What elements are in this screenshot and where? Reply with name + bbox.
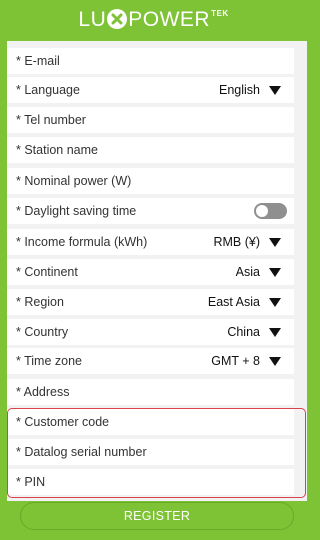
customer-code-field[interactable]: * Customer code [7, 409, 294, 435]
continent-label: * Continent [16, 265, 78, 279]
dropdown-arrow-icon [269, 85, 281, 95]
logo-text-tek: TEK [211, 8, 229, 18]
address-label: * Address [16, 385, 70, 399]
daylight-saving-row: * Daylight saving time [7, 198, 294, 224]
datalog-serial-label: * Datalog serial number [16, 445, 147, 459]
pin-field[interactable]: * PIN [7, 469, 294, 495]
logo-text-power: POWER [128, 7, 211, 31]
continent-value: Asia [235, 265, 260, 279]
country-select[interactable]: * Country China [7, 319, 294, 345]
country-value: China [227, 325, 260, 339]
nominal-power-field[interactable]: * Nominal power (W) [7, 168, 294, 194]
luxpower-logo: LU POWER TEK [78, 9, 228, 30]
email-label: * E-mail [16, 54, 60, 68]
income-formula-select[interactable]: * Income formula (kWh) RMB (¥) [7, 229, 294, 255]
pin-label: * PIN [16, 475, 46, 489]
customer-code-label: * Customer code [16, 415, 110, 429]
language-select[interactable]: * Language English [7, 77, 294, 103]
station-name-field[interactable]: * Station name [7, 137, 294, 163]
register-button[interactable]: REGISTER [20, 502, 294, 530]
datalog-serial-field[interactable]: * Datalog serial number [7, 439, 294, 465]
time-zone-value: GMT + 8 [211, 354, 260, 368]
dropdown-arrow-icon [269, 267, 281, 277]
continent-select[interactable]: * Continent Asia [7, 259, 294, 285]
daylight-saving-label: * Daylight saving time [16, 204, 137, 218]
region-value-group: East Asia [208, 295, 281, 309]
toggle-knob [256, 205, 268, 217]
country-label: * Country [16, 325, 69, 339]
address-field[interactable]: * Address [7, 379, 294, 405]
nominal-power-label: * Nominal power (W) [16, 174, 132, 188]
income-formula-value: RMB (¥) [213, 235, 260, 249]
region-select[interactable]: * Region East Asia [7, 289, 294, 315]
region-value: East Asia [207, 295, 260, 309]
app-header: LU POWER TEK [0, 0, 307, 38]
time-zone-label: * Time zone [16, 354, 83, 368]
continent-value-group: Asia [236, 265, 281, 279]
time-zone-value-group: GMT + 8 [211, 354, 281, 368]
tel-number-label: * Tel number [16, 113, 86, 127]
language-value-group: English [219, 83, 281, 97]
dropdown-arrow-icon [269, 327, 281, 337]
logo-x-icon [107, 9, 128, 29]
station-name-label: * Station name [16, 143, 98, 157]
language-label: * Language [16, 83, 80, 97]
tel-number-field[interactable]: * Tel number [7, 107, 294, 133]
income-formula-label: * Income formula (kWh) [16, 235, 148, 249]
country-value-group: China [227, 325, 281, 339]
language-value: English [219, 83, 260, 97]
dropdown-arrow-icon [269, 237, 281, 247]
dropdown-arrow-icon [269, 356, 281, 366]
time-zone-select[interactable]: * Time zone GMT + 8 [7, 348, 294, 374]
income-formula-value-group: RMB (¥) [213, 235, 281, 249]
logo-text-lu: LU [78, 7, 107, 31]
daylight-saving-toggle[interactable] [254, 203, 287, 219]
dropdown-arrow-icon [269, 297, 281, 307]
email-field[interactable]: * E-mail [7, 48, 294, 74]
region-label: * Region [16, 295, 64, 309]
